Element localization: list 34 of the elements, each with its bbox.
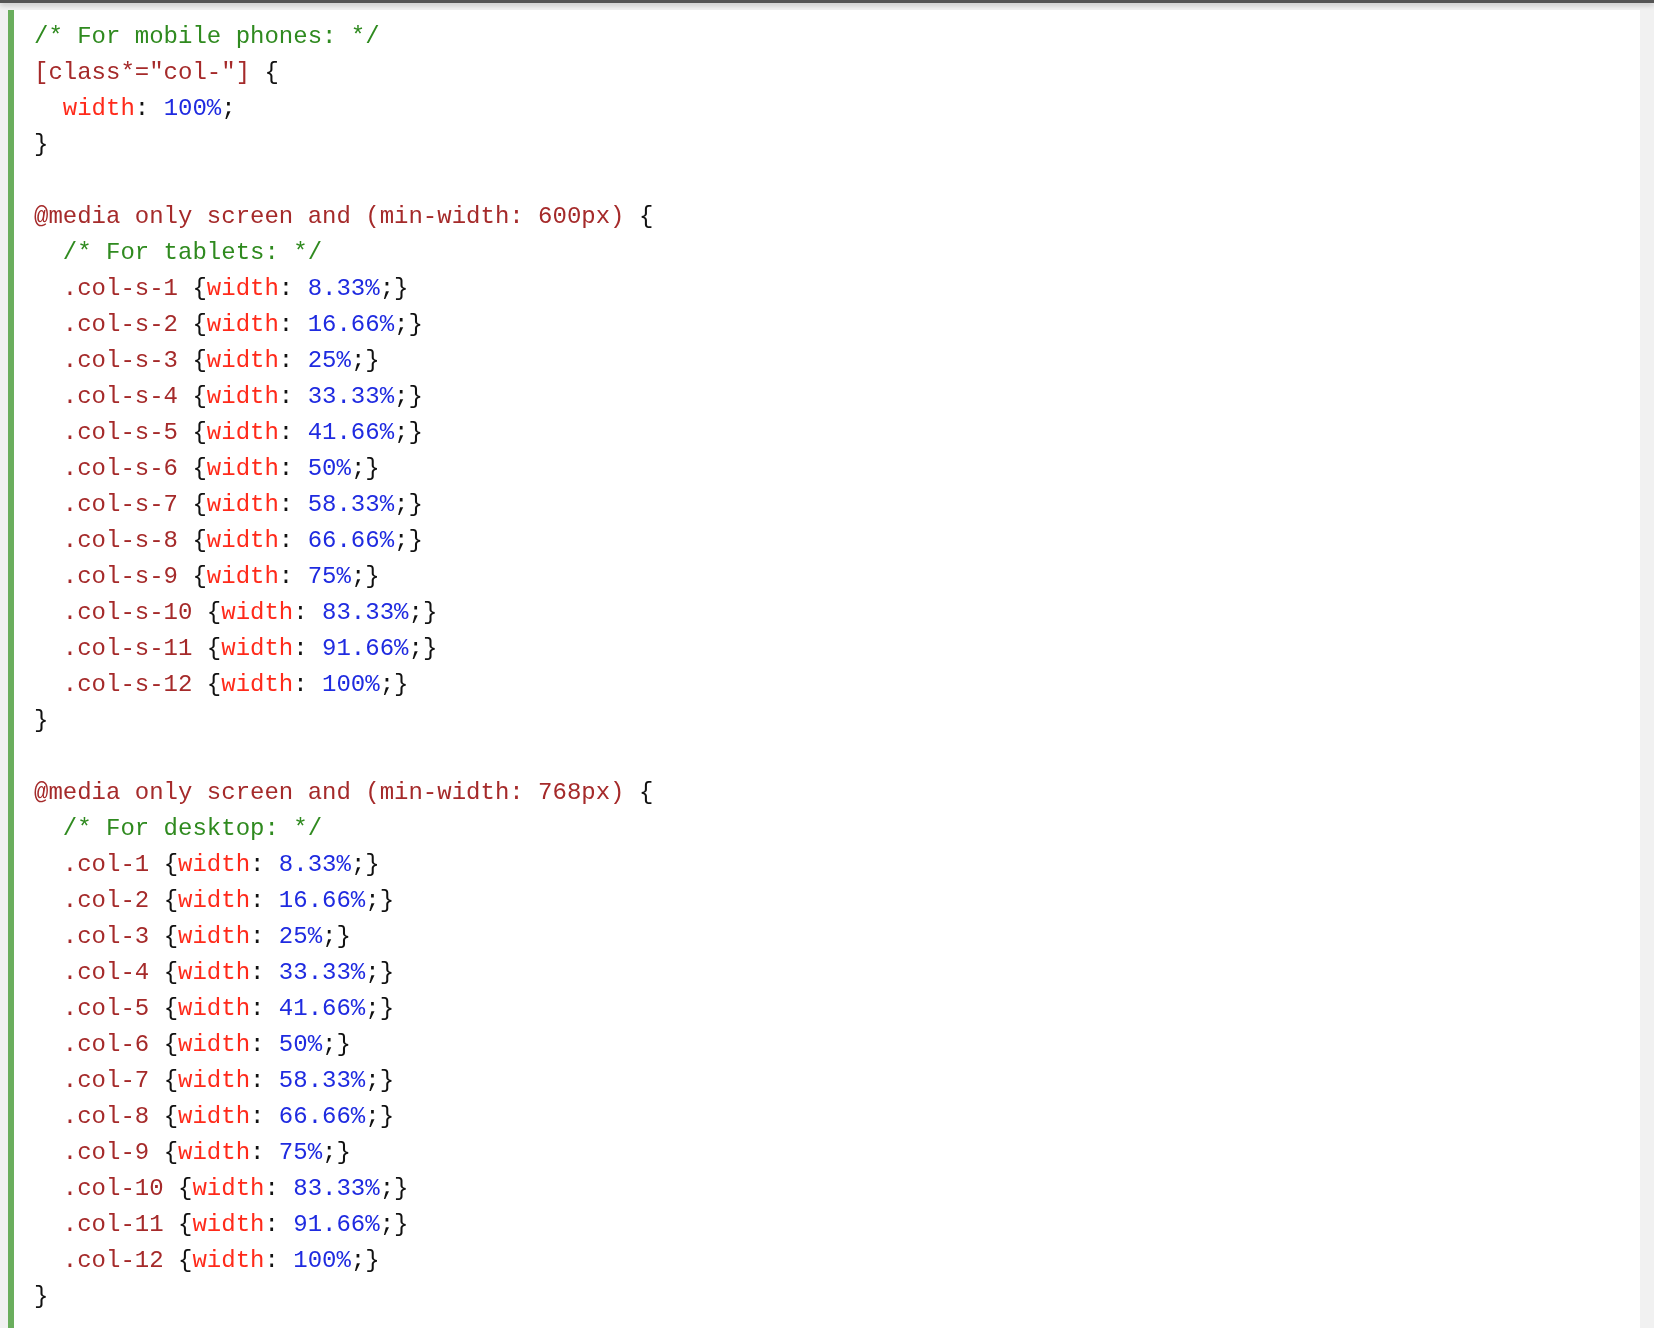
code-line: .col-s-7 {width: 58.33%;}: [62, 490, 423, 520]
code-line: .col-3 {width: 25%;}: [62, 922, 351, 952]
code-line: .col-s-8 {width: 66.66%;}: [62, 526, 423, 556]
code-line: .col-5 {width: 41.66%;}: [62, 994, 395, 1024]
code-line: .col-12 {width: 100%;}: [62, 1246, 380, 1276]
code-line: .col-s-9 {width: 75%;}: [62, 562, 380, 592]
code-line: }: [34, 130, 49, 160]
code-line: .col-s-1 {width: 8.33%;}: [62, 274, 409, 304]
code-line: .col-7 {width: 58.33%;}: [62, 1066, 395, 1096]
code-line: .col-s-5 {width: 41.66%;}: [62, 418, 423, 448]
code-line: .col-1 {width: 8.33%;}: [62, 850, 380, 880]
code-line: @media only screen and (min-width: 768px) {: [34, 778, 654, 808]
code-line: [class*="col-"] {: [34, 58, 279, 88]
code-line: width: 100%;: [62, 94, 236, 124]
code-line: .col-10 {width: 83.33%;}: [62, 1174, 409, 1204]
code-line: .col-s-3 {width: 25%;}: [62, 346, 380, 376]
code-line: .col-s-4 {width: 33.33%;}: [62, 382, 423, 412]
code-line: .col-2 {width: 16.66%;}: [62, 886, 395, 916]
code-line: .col-4 {width: 33.33%;}: [62, 958, 395, 988]
code-line: .col-s-12 {width: 100%;}: [62, 670, 409, 700]
code-line: .col-s-2 {width: 16.66%;}: [62, 310, 423, 340]
code-line: /* For tablets: */: [62, 238, 323, 268]
code-line: /* For mobile phones: */: [34, 22, 380, 52]
code-line: .col-8 {width: 66.66%;}: [62, 1102, 395, 1132]
code-line: .col-11 {width: 91.66%;}: [62, 1210, 409, 1240]
code-line: .col-s-10 {width: 83.33%;}: [62, 598, 438, 628]
code-line: .col-9 {width: 75%;}: [62, 1138, 351, 1168]
code-line: .col-s-6 {width: 50%;}: [62, 454, 380, 484]
code-line: }: [34, 1282, 49, 1312]
code-line: /* For desktop: */: [62, 814, 323, 844]
code-line: .col-s-11 {width: 91.66%;}: [62, 634, 438, 664]
code-line: @media only screen and (min-width: 600px) {: [34, 202, 654, 232]
code-line: }: [34, 706, 49, 736]
code-line: .col-6 {width: 50%;}: [62, 1030, 351, 1060]
